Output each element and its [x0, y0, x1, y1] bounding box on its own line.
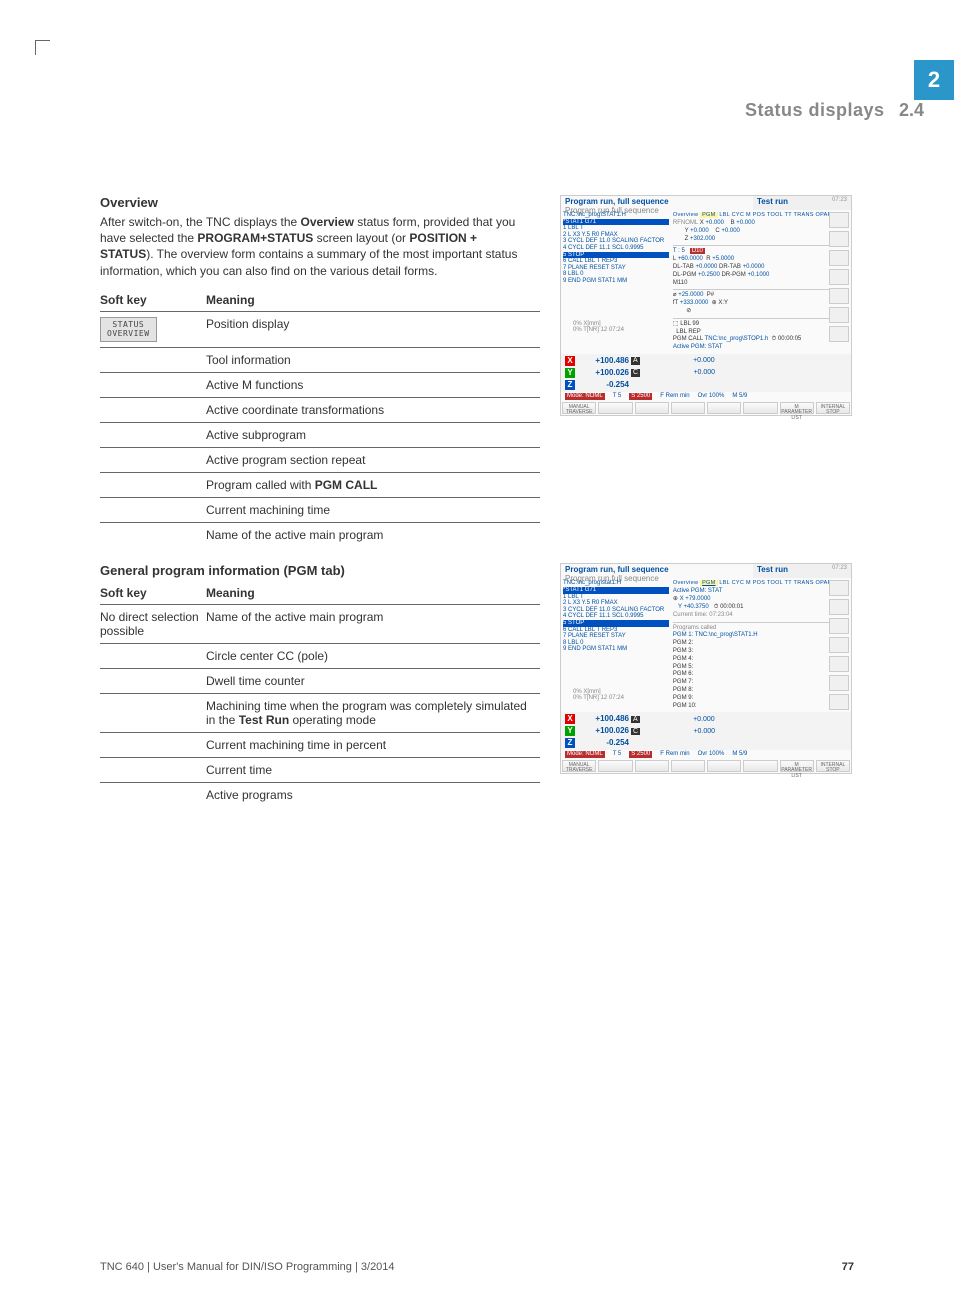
sidebar-icon[interactable]: [829, 637, 849, 653]
table-row: Current machining time: [100, 498, 540, 523]
sidebar-icon[interactable]: [829, 307, 849, 323]
sidebar-icon[interactable]: [829, 599, 849, 615]
page-number: 77: [842, 1261, 854, 1273]
table-row: Active program section repeat: [100, 448, 540, 473]
status-tabs[interactable]: Overview PGM LBL CYC M POS TOOL TT TRANS…: [673, 212, 849, 218]
sidebar-plus-icon[interactable]: [829, 618, 849, 634]
crop-mark: [35, 40, 50, 55]
status-pgm-pane: Active PGM: STAT ⊕ X +79.0000 Y +40.3750…: [673, 588, 849, 710]
table-row: Active subprogram: [100, 423, 540, 448]
softkey-blank[interactable]: [743, 402, 777, 414]
table-row: STATUS OVERVIEW Position display: [100, 311, 540, 348]
table-row: No direct selection possible Name of the…: [100, 605, 540, 644]
col-softkey: Soft key: [100, 582, 206, 605]
right-sidebar: [829, 580, 849, 710]
overview-table: Soft key Meaning STATUS OVERVIEW Positio…: [100, 289, 540, 548]
softkey-bar[interactable]: MANUAL TRAVERSE M PARAMETER LIST INTERNA…: [561, 759, 851, 773]
pgm-table: Soft key Meaning No direct selection pos…: [100, 582, 540, 807]
right-sidebar: [829, 212, 849, 342]
table-row: Circle center CC (pole): [100, 644, 540, 669]
softkey-blank[interactable]: [598, 402, 632, 414]
softkey-bar[interactable]: MANUAL TRAVERSE M PARAMETER LIST INTERNA…: [561, 401, 851, 415]
softkey-manual-traverse[interactable]: MANUAL TRAVERSE: [562, 402, 596, 414]
col-meaning: Meaning: [206, 582, 540, 605]
sidebar-plus-icon[interactable]: [829, 250, 849, 266]
table-row: Name of the active main program: [100, 523, 540, 548]
softkey-manual-traverse[interactable]: MANUAL TRAVERSE: [562, 760, 596, 772]
clock-label: 07:23: [832, 197, 847, 204]
softkey-blank[interactable]: [671, 760, 705, 772]
table-row: Dwell time counter: [100, 669, 540, 694]
program-listing: *STAT1 G71 1 LBL T 2 L X3 Y.5 R0 FMAX 3 …: [563, 587, 669, 653]
softkey-blank[interactable]: [707, 760, 741, 772]
chapter-number: 2: [928, 67, 940, 93]
overview-heading: Overview: [100, 195, 540, 210]
coordinates-bar: X+100.486A+0.000 Y+100.026C+0.000 Z-0.25…: [561, 354, 851, 392]
mode-title-left: Program run, full sequence Program run f…: [561, 196, 753, 210]
softkey-status-overview[interactable]: STATUS OVERVIEW: [100, 317, 157, 343]
table-row: Current machining time in percent: [100, 733, 540, 758]
program-path: TNC:\nc_prog\stat1.H: [563, 580, 669, 587]
table-row: Program called with PGM CALL: [100, 473, 540, 498]
screenshot-pgm-status: 07:23 Program run, full sequence Program…: [560, 563, 852, 774]
sidebar-icon[interactable]: [829, 580, 849, 596]
status-line: Mode: NOML T 5 S 2500 F Rem min Ovr 100%…: [561, 750, 851, 759]
table-row: Active coordinate transformations: [100, 398, 540, 423]
table-row: Active M functions: [100, 373, 540, 398]
sidebar-icon[interactable]: [829, 231, 849, 247]
softkey-blank[interactable]: [671, 402, 705, 414]
chapter-tab: 2: [914, 60, 954, 100]
sidebar-icon[interactable]: [829, 326, 849, 342]
sidebar-minus-icon[interactable]: [829, 288, 849, 304]
status-overview-pane: RFNOML X +0.000 B +0.000 Y +0.000 C +0.0…: [673, 220, 849, 352]
header-title: Status displays: [745, 100, 885, 120]
softkey-blank[interactable]: [635, 402, 669, 414]
sidebar-icon[interactable]: [829, 694, 849, 710]
table-row: Current time: [100, 758, 540, 783]
col-softkey: Soft key: [100, 289, 206, 312]
sidebar-icon[interactable]: [829, 269, 849, 285]
page-header: Status displays 2.4: [0, 100, 954, 136]
footer-text: TNC 640 | User's Manual for DIN/ISO Prog…: [100, 1261, 395, 1273]
progress-info: 0% X[mm] 0% T[NR] 12 07:24: [563, 689, 669, 702]
status-tabs[interactable]: Overview PGM LBL CYC M POS TOOL TT TRANS…: [673, 580, 849, 586]
softkey-internal-stop[interactable]: INTERNAL STOP: [816, 402, 850, 414]
coordinates-bar: X+100.486A+0.000 Y+100.026C+0.000 Z-0.25…: [561, 712, 851, 750]
softkey-m-parameter-list[interactable]: M PARAMETER LIST: [780, 760, 814, 772]
softkey-blank[interactable]: [598, 760, 632, 772]
sidebar-icon[interactable]: [829, 212, 849, 228]
sidebar-icon[interactable]: [829, 675, 849, 691]
program-listing: *STAT1 G71 1 LBL T 2 L X3 Y.5 R0 FMAX 3 …: [563, 219, 669, 285]
table-row: Active programs: [100, 783, 540, 808]
sidebar-minus-icon[interactable]: [829, 656, 849, 672]
status-line: Mode: NOML T 5 S 2500 F Rem min Ovr 100%…: [561, 392, 851, 401]
mode-title-left: Program run, full sequence Program run f…: [561, 564, 753, 578]
page-footer: TNC 640 | User's Manual for DIN/ISO Prog…: [100, 1261, 854, 1273]
softkey-blank[interactable]: [743, 760, 777, 772]
program-path: TNC:\nc_prog\STAT1.H: [563, 212, 669, 219]
progress-info: 0% X[mm] 0% T[NR] 12 07:24: [563, 321, 669, 334]
pgm-heading: General program information (PGM tab): [100, 563, 540, 578]
header-section-number: 2.4: [899, 100, 924, 120]
softkey-m-parameter-list[interactable]: M PARAMETER LIST: [780, 402, 814, 414]
overview-paragraph: After switch-on, the TNC displays the Ov…: [100, 214, 530, 279]
clock-label: 07:23: [832, 565, 847, 572]
softkey-blank[interactable]: [635, 760, 669, 772]
softkey-blank[interactable]: [707, 402, 741, 414]
col-meaning: Meaning: [206, 289, 540, 312]
table-row: Machining time when the program was comp…: [100, 694, 540, 733]
table-row: Tool information: [100, 348, 540, 373]
screenshot-overview-status: 07:23 Program run, full sequence Program…: [560, 195, 852, 416]
softkey-internal-stop[interactable]: INTERNAL STOP: [816, 760, 850, 772]
